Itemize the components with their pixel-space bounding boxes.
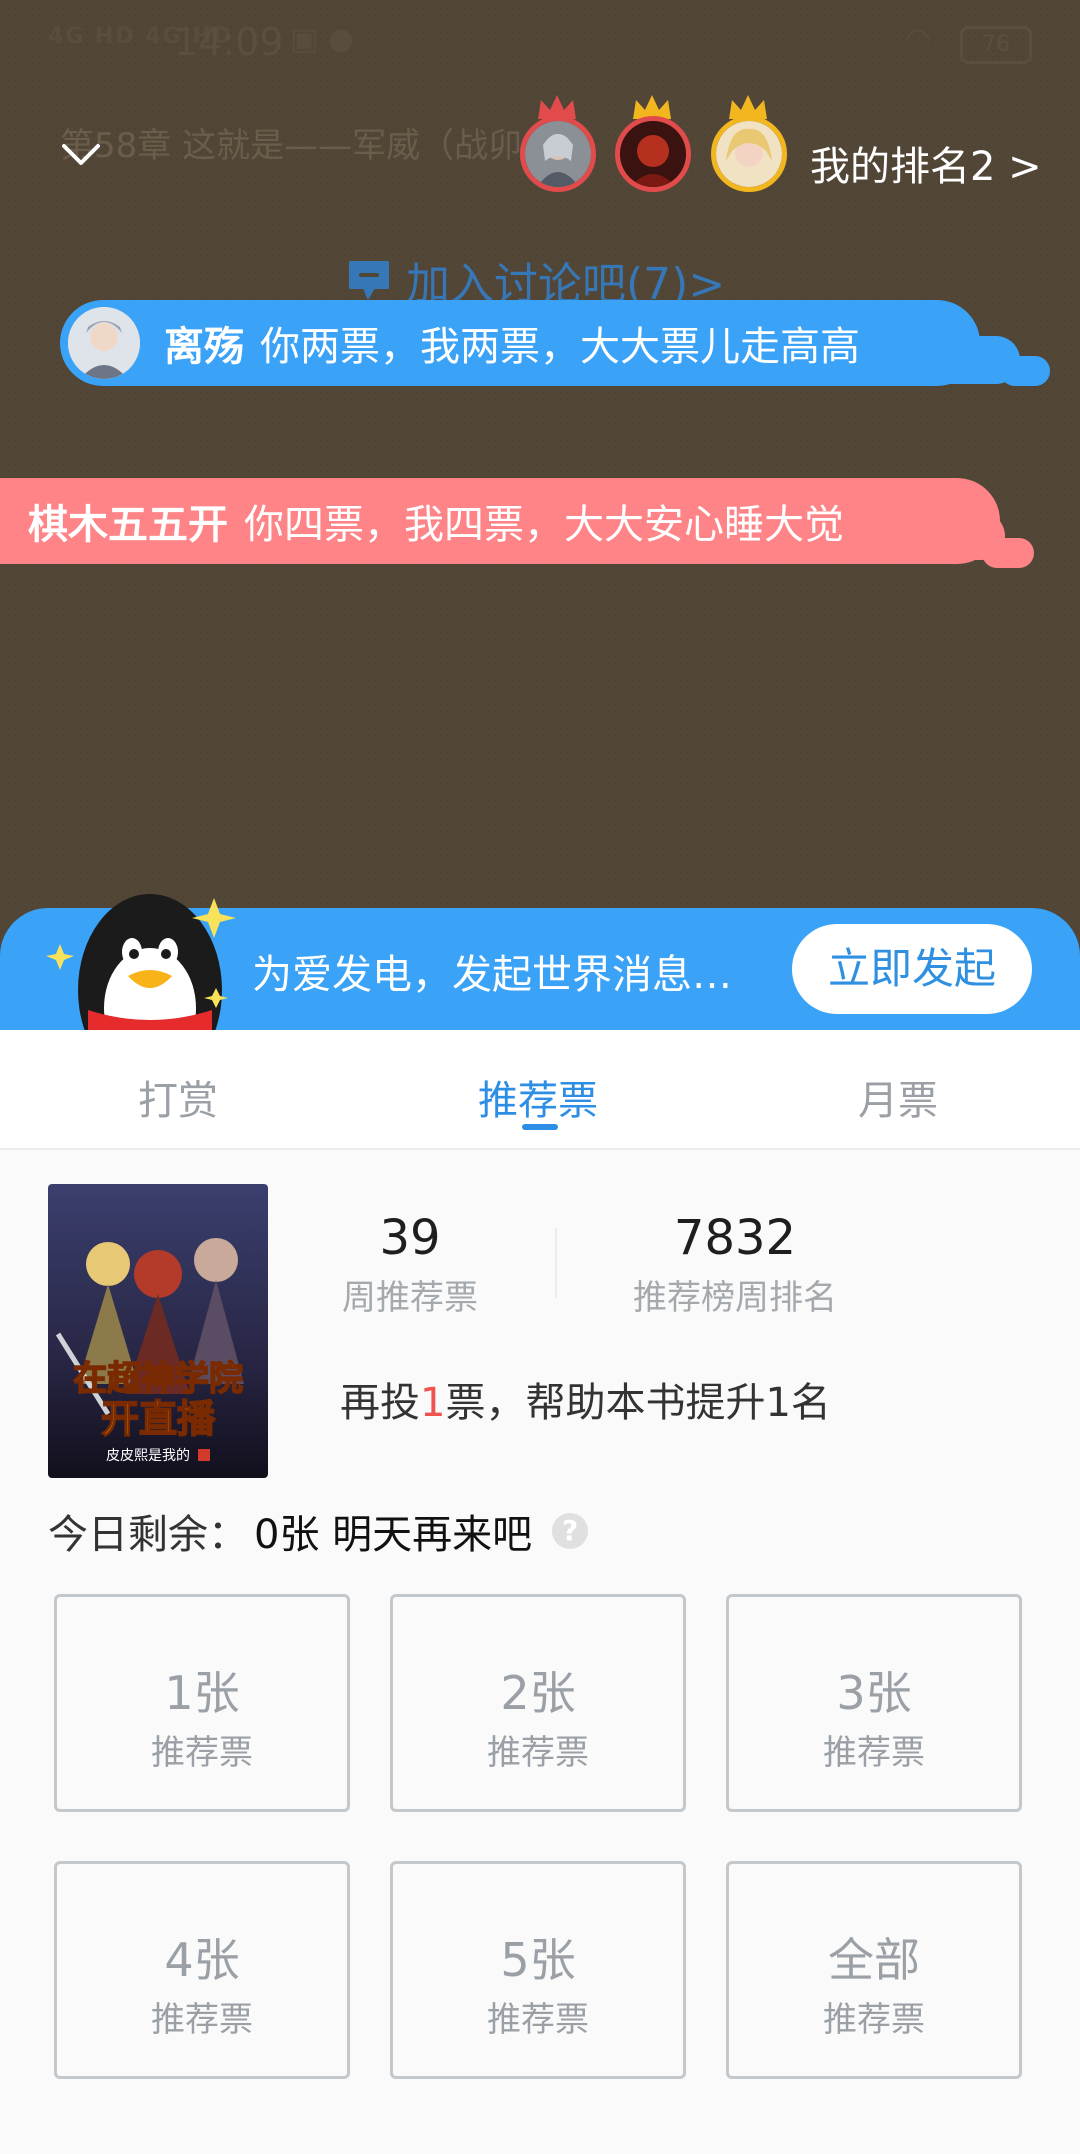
tab-monthly-votes[interactable]: 月票 bbox=[858, 1068, 938, 1126]
active-tab-indicator bbox=[522, 1124, 558, 1130]
penguin-mascot-icon bbox=[46, 894, 236, 1030]
tab-recommend-votes[interactable]: 推荐票 bbox=[478, 1068, 598, 1126]
danmaku-username: 离殇 bbox=[164, 324, 244, 370]
danmaku-text: 你两票，我两票，大大票儿走高高 bbox=[260, 324, 860, 370]
chapter-title-tail: 卯 bbox=[488, 126, 523, 166]
danmaku-text: 你四票，我四票，大大安心睡大觉 bbox=[244, 502, 844, 548]
remaining-votes: 今日剩余： 0张 明天再来吧 ? bbox=[48, 1502, 589, 1560]
tab-bar: 打赏 推荐票 月票 bbox=[0, 1030, 1080, 1150]
vote-option-2[interactable]: 2张 推荐票 bbox=[390, 1594, 686, 1812]
danmaku-username: 棋木五五开 bbox=[28, 502, 228, 548]
boost-hint: 再投1票，帮助本书提升1名 bbox=[340, 1370, 831, 1428]
vote-option-5[interactable]: 5张 推荐票 bbox=[390, 1861, 686, 2079]
weekly-votes-stat: 39 周推荐票 bbox=[330, 1210, 490, 1319]
tab-reward[interactable]: 打赏 bbox=[138, 1068, 218, 1126]
weekly-rank-label: 推荐榜周排名 bbox=[633, 1278, 837, 1318]
remaining-value: 0张 明天再来吧 bbox=[254, 1512, 533, 1558]
vote-count: 3张 bbox=[836, 1666, 912, 1720]
help-icon[interactable]: ? bbox=[552, 1513, 589, 1549]
boost-suffix: 票，帮助本书提升1名 bbox=[445, 1380, 831, 1426]
weekly-rank-value: 7832 bbox=[673, 1210, 797, 1266]
vote-option-3[interactable]: 3张 推荐票 bbox=[726, 1594, 1022, 1812]
battery-icon: 76 bbox=[960, 26, 1032, 64]
start-message-button[interactable]: 立即发起 bbox=[792, 924, 1032, 1014]
vote-option-4[interactable]: 4张 推荐票 bbox=[54, 1861, 350, 2079]
cover-author: 皮皮熙是我的 bbox=[106, 1448, 190, 1464]
vote-option-1[interactable]: 1张 推荐票 bbox=[54, 1594, 350, 1812]
collapse-chevron-icon[interactable] bbox=[56, 130, 106, 180]
avatar bbox=[68, 307, 140, 379]
cover-title-line2: 开直播 bbox=[101, 1397, 216, 1441]
danmaku-bubble[interactable]: 棋木五五开 你四票，我四票，大大安心睡大觉 bbox=[0, 478, 1000, 564]
boost-number: 1 bbox=[420, 1380, 446, 1426]
vote-option-all[interactable]: 全部 推荐票 bbox=[726, 1861, 1022, 2079]
vote-label: 推荐票 bbox=[823, 2000, 925, 2040]
vote-label: 推荐票 bbox=[151, 2000, 253, 2040]
vote-count: 4张 bbox=[164, 1933, 240, 1987]
notification-icons: ▣ ● bbox=[290, 22, 355, 57]
stat-divider bbox=[555, 1228, 557, 1298]
boost-prefix: 再投 bbox=[340, 1380, 420, 1426]
my-rank-link[interactable]: 我的排名2 > bbox=[810, 134, 1042, 192]
rank-3-avatar[interactable] bbox=[711, 116, 787, 192]
vote-count: 1张 bbox=[164, 1666, 240, 1720]
rank-1-avatar[interactable] bbox=[520, 116, 596, 192]
vote-count: 2张 bbox=[500, 1666, 576, 1720]
vote-count: 全部 bbox=[828, 1933, 920, 1987]
danmaku-bubble[interactable]: 离殇 你两票，我两票，大大票儿走高高 bbox=[60, 300, 980, 386]
remaining-label: 今日剩余： bbox=[48, 1512, 248, 1558]
book-cover[interactable]: 在超神学院 开直播 皮皮熙是我的 bbox=[48, 1184, 268, 1478]
vote-label: 推荐票 bbox=[487, 1733, 589, 1773]
weekly-rank-stat: 7832 推荐榜周排名 bbox=[610, 1210, 860, 1319]
status-time: 14:09 bbox=[174, 20, 284, 64]
rank-2-avatar[interactable] bbox=[615, 116, 691, 192]
weekly-votes-value: 39 bbox=[379, 1210, 441, 1266]
vote-label: 推荐票 bbox=[823, 1733, 925, 1773]
status-bar: 4G HD 4G HD 14:09 ▣ ● ◠ 76 bbox=[0, 0, 1080, 90]
vote-label: 推荐票 bbox=[151, 1733, 253, 1773]
chapter-title: 第58章 这就是——军威（战卯 bbox=[60, 118, 522, 167]
cloud-decoration bbox=[982, 538, 1034, 568]
banner-text: 为爱发电，发起世界消息… bbox=[252, 952, 732, 998]
chapter-title-text: 第58章 这就是——军威（战 bbox=[60, 126, 489, 166]
vote-label: 推荐票 bbox=[487, 2000, 589, 2040]
cover-title-line1: 在超神学院 bbox=[73, 1359, 243, 1399]
weekly-votes-label: 周推荐票 bbox=[342, 1278, 478, 1318]
wifi-icon: ◠ bbox=[905, 22, 932, 57]
chat-bubble-icon bbox=[349, 261, 389, 299]
cloud-decoration bbox=[1000, 356, 1050, 386]
vote-count: 5张 bbox=[500, 1933, 576, 1987]
